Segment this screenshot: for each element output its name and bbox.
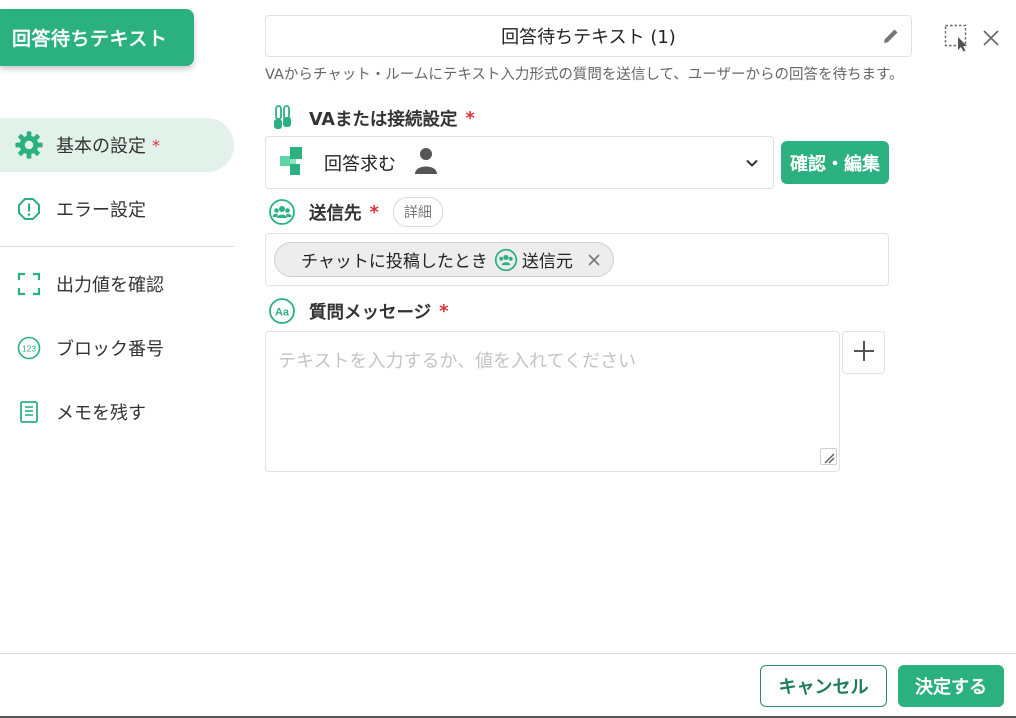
svg-text:123: 123 xyxy=(22,344,36,354)
block-title: 回答待ちテキスト (1) xyxy=(501,27,676,48)
close-icon[interactable] xyxy=(982,29,1000,51)
group-users-icon xyxy=(494,248,518,272)
sidebar-item-label: 基本の設定 xyxy=(56,136,146,157)
sidebar-item-block-number[interactable]: 123 ブロック番号 xyxy=(0,321,234,375)
va-section-label: VAまたは接続設定 * xyxy=(265,103,915,133)
message-title: 質問メッセージ xyxy=(309,302,432,323)
va-select[interactable]: 回答求む xyxy=(265,136,774,189)
select-area-icon[interactable] xyxy=(944,24,970,56)
resize-handle-icon[interactable] xyxy=(820,448,837,465)
text-format-icon: Aa xyxy=(267,296,297,326)
detail-chip[interactable]: 詳細 xyxy=(392,197,443,227)
message-row: テキストを入力するか、値を入れてください xyxy=(265,331,915,472)
sidebar-item-error-settings[interactable]: エラー設定 xyxy=(0,182,234,236)
number-123-icon: 123 xyxy=(14,333,44,363)
connector-icon xyxy=(267,103,297,133)
sidebar-item-label: 出力値を確認 xyxy=(56,275,164,296)
message-textarea[interactable]: テキストを入力するか、値を入れてください xyxy=(265,331,840,472)
sidebar-item-label: メモを残す xyxy=(56,403,146,424)
message-placeholder: テキストを入力するか、値を入れてください xyxy=(278,351,637,372)
va-section-title: VAまたは接続設定 xyxy=(309,109,458,130)
sidebar-item-check-output[interactable]: 出力値を確認 xyxy=(0,257,234,311)
insert-value-button[interactable] xyxy=(842,331,885,374)
va-selected-name: 回答求む xyxy=(324,153,396,175)
cancel-button[interactable]: キャンセル xyxy=(760,665,887,707)
sidebar-item-label: エラー設定 xyxy=(56,200,146,221)
close-icon[interactable] xyxy=(587,253,601,267)
block-tab[interactable]: 回答待ちテキスト xyxy=(0,9,194,66)
svg-text:Aa: Aa xyxy=(275,307,290,319)
required-mark: * xyxy=(152,135,160,155)
pencil-icon[interactable] xyxy=(881,26,901,51)
destination-label: 送信先 * 詳細 xyxy=(265,197,915,227)
message-label: Aa 質問メッセージ * xyxy=(265,296,915,326)
chip-label: チャットに投稿したとき xyxy=(301,252,488,272)
va-row: 回答求む 確認・編集 xyxy=(265,136,915,189)
plus-icon xyxy=(852,339,876,367)
main-panel: 回答待ちテキスト (1) VAからチャット・ルームにテキスト入力形式の質問を送信… xyxy=(265,15,915,472)
chevron-down-icon xyxy=(745,155,759,174)
destination-field[interactable]: チャットに投稿したとき 送信元 xyxy=(265,233,889,286)
va-logo-icon xyxy=(278,146,306,180)
sidebar-item-memo[interactable]: メモを残す xyxy=(0,385,234,439)
frame-corners-icon xyxy=(14,269,44,299)
destination-chip[interactable]: チャットに投稿したとき 送信元 xyxy=(274,242,614,277)
required-mark: * xyxy=(465,107,475,129)
block-description: VAからチャット・ルームにテキスト入力形式の質問を送信して、ユーザーからの回答を… xyxy=(265,67,904,83)
alert-circle-icon xyxy=(14,194,44,224)
group-users-icon xyxy=(267,197,297,227)
confirm-edit-button[interactable]: 確認・編集 xyxy=(781,141,889,184)
required-mark: * xyxy=(369,201,379,223)
destination-title: 送信先 xyxy=(309,203,362,224)
required-mark: * xyxy=(439,300,449,322)
sidebar-divider xyxy=(0,246,234,247)
block-title-field[interactable]: 回答待ちテキスト (1) xyxy=(265,15,912,57)
top-right-controls xyxy=(944,24,1000,56)
chip-sub-label: 送信元 xyxy=(521,252,573,272)
gear-icon xyxy=(14,130,44,160)
memo-icon xyxy=(14,397,44,427)
sidebar: 基本の設定 * エラー設定 出力値を確認 123 ブロック番号 メモを残す xyxy=(0,118,234,449)
sidebar-item-label: ブロック番号 xyxy=(56,339,164,360)
user-icon xyxy=(414,147,438,179)
ok-button[interactable]: 決定する xyxy=(898,665,1004,707)
footer-divider xyxy=(0,653,1016,654)
sidebar-item-basic-settings[interactable]: 基本の設定 * xyxy=(0,118,234,172)
